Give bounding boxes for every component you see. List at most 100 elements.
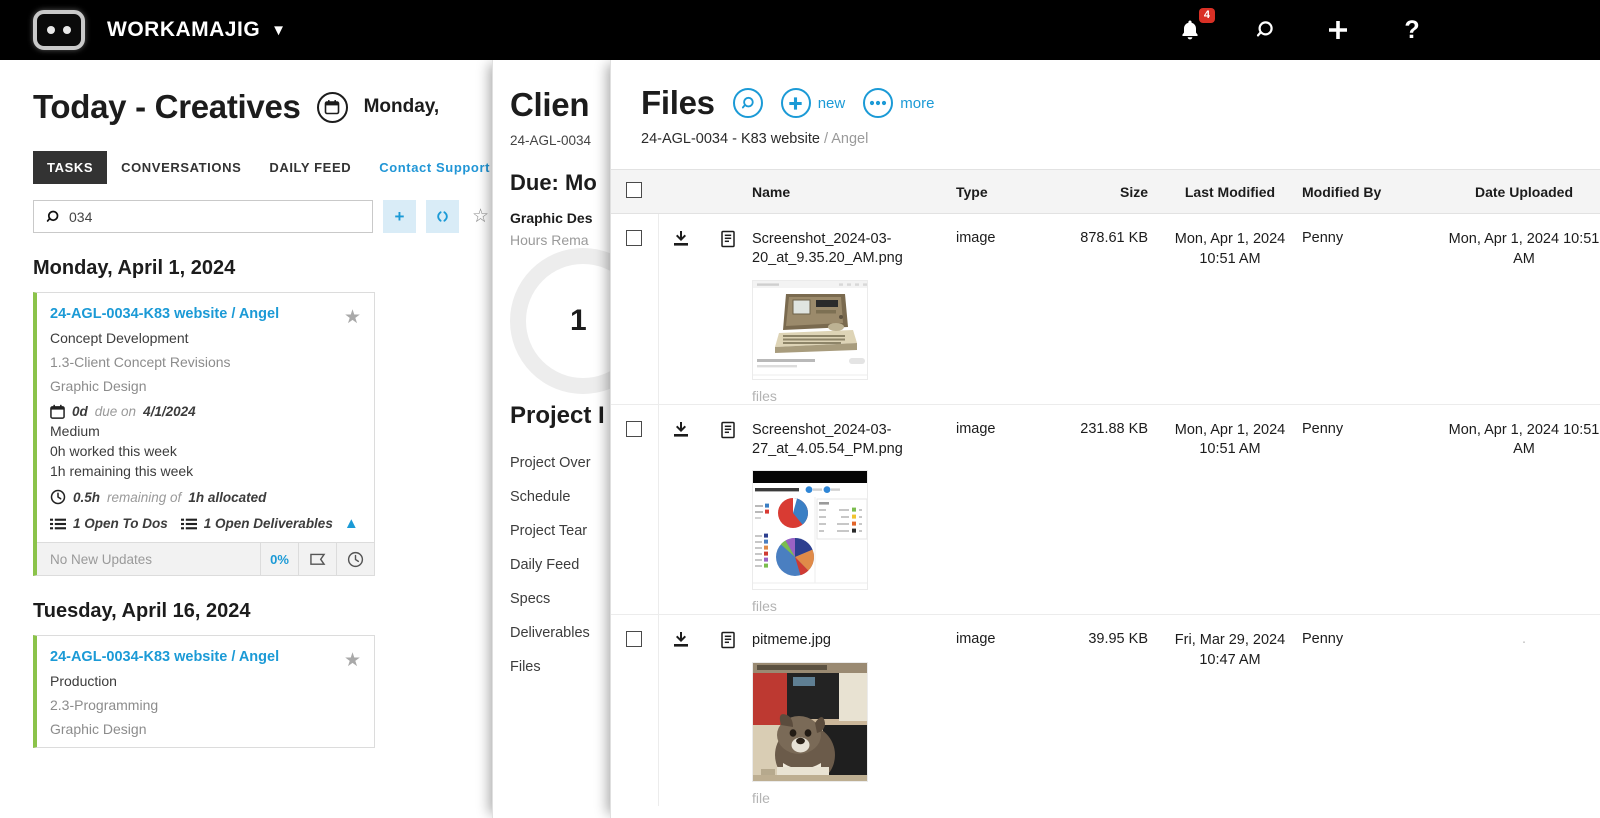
calendar-icon[interactable] bbox=[317, 92, 348, 123]
file-name[interactable]: Screenshot_2024-03-20_at_9.35.20_AM.png bbox=[752, 230, 956, 268]
table-row[interactable]: Screenshot_2024-03-27_at_4.05.54_PM.png bbox=[610, 404, 1600, 615]
file-type: image bbox=[956, 404, 1052, 615]
task-remaining-hours: 1h remaining this week bbox=[50, 463, 360, 479]
files-panel-header: Files new more bbox=[610, 60, 1600, 122]
column-select-all[interactable] bbox=[610, 170, 658, 214]
task-progress-percent[interactable]: 0% bbox=[260, 543, 298, 575]
task-open-todos[interactable]: 1 Open To Dos bbox=[73, 516, 168, 531]
file-modified-by: Penny bbox=[1298, 214, 1448, 405]
file-last-modified: Mon, Apr 1, 2024 10:51 AM bbox=[1162, 214, 1298, 405]
file-thumbnail[interactable] bbox=[752, 280, 868, 380]
checkbox-icon[interactable] bbox=[626, 631, 642, 647]
contact-support-link[interactable]: Contact Support bbox=[365, 151, 504, 184]
files-more-action[interactable]: more bbox=[863, 88, 934, 118]
row-detail[interactable] bbox=[704, 404, 752, 615]
help-icon[interactable]: ? bbox=[1399, 17, 1425, 43]
tab-daily-feed[interactable]: DAILY FEED bbox=[255, 151, 365, 184]
nav-item-specs[interactable]: Specs bbox=[510, 582, 610, 616]
donut-ring bbox=[510, 248, 610, 394]
checkbox-icon[interactable] bbox=[626, 182, 642, 198]
task-favorite-icon[interactable]: ★ bbox=[344, 649, 361, 672]
column-date-uploaded[interactable]: Date Uploaded bbox=[1448, 170, 1600, 214]
task-favorite-icon[interactable]: ★ bbox=[344, 306, 361, 329]
tab-conversations[interactable]: CONVERSATIONS bbox=[107, 151, 255, 184]
download-icon bbox=[672, 631, 690, 649]
task-project-link[interactable]: 24-AGL-0034-K83 website / Angel bbox=[50, 649, 360, 665]
task-project-link[interactable]: 24-AGL-0034-K83 website / Angel bbox=[50, 306, 360, 322]
help-glyph: ? bbox=[1404, 18, 1419, 43]
files-search-button[interactable] bbox=[733, 88, 763, 118]
task-card-body: 24-AGL-0034-K83 website / Angel ★ Produc… bbox=[37, 636, 374, 747]
checkbox-icon[interactable] bbox=[626, 230, 642, 246]
nav-item-schedule[interactable]: Schedule bbox=[510, 480, 610, 514]
row-detail[interactable] bbox=[704, 615, 752, 806]
global-search-icon[interactable] bbox=[1251, 17, 1277, 43]
add-file-button[interactable] bbox=[781, 88, 811, 118]
nav-item-daily-feed[interactable]: Daily Feed bbox=[510, 548, 610, 582]
app-logo[interactable] bbox=[33, 10, 85, 50]
row-select[interactable] bbox=[610, 404, 658, 615]
row-name-cell[interactable]: Screenshot_2024-03-27_at_4.05.54_PM.png bbox=[752, 404, 956, 615]
column-modified-by[interactable]: Modified By bbox=[1298, 170, 1448, 214]
column-type[interactable]: Type bbox=[956, 170, 1052, 214]
task-time-of: remaining of bbox=[107, 490, 181, 505]
task-card[interactable]: 24-AGL-0034-K83 website / Angel ★ Concep… bbox=[33, 292, 375, 576]
notifications-bell-icon[interactable]: 4 bbox=[1177, 17, 1203, 43]
nav-item-deliverables[interactable]: Deliverables bbox=[510, 616, 610, 650]
search-icon bbox=[739, 95, 756, 112]
task-comment-button[interactable] bbox=[298, 543, 336, 575]
file-thumbnail[interactable] bbox=[752, 662, 868, 782]
breadcrumb-separator: / bbox=[824, 131, 828, 147]
file-name[interactable]: Screenshot_2024-03-27_at_4.05.54_PM.png bbox=[752, 421, 956, 459]
task-worked-hours: 0h worked this week bbox=[50, 443, 360, 459]
brand-menu[interactable]: WORKAMAJIG ▼ bbox=[107, 18, 287, 42]
table-row[interactable]: pitmeme.jpg bbox=[610, 615, 1600, 806]
column-name[interactable]: Name bbox=[752, 170, 956, 214]
task-phase: Production bbox=[50, 673, 360, 689]
breadcrumb-folder[interactable]: Angel bbox=[831, 131, 868, 147]
row-download[interactable] bbox=[658, 214, 704, 405]
thumbnail-caption: file bbox=[752, 790, 956, 806]
tab-tasks[interactable]: TASKS bbox=[33, 151, 107, 184]
search-input[interactable]: 034 bbox=[33, 200, 373, 233]
row-name-cell[interactable]: Screenshot_2024-03-20_at_9.35.20_AM.png bbox=[752, 214, 956, 405]
topbar-actions: 4 ? bbox=[1177, 0, 1425, 60]
task-due-days: 0d bbox=[72, 404, 88, 419]
row-download[interactable] bbox=[658, 615, 704, 806]
breadcrumb-project[interactable]: 24-AGL-0034 - K83 website bbox=[641, 131, 820, 147]
nav-item-project-team[interactable]: Project Tear bbox=[510, 514, 610, 548]
more-label: more bbox=[900, 95, 934, 112]
column-last-modified[interactable]: Last Modified bbox=[1162, 170, 1298, 214]
task-timer-button[interactable] bbox=[336, 543, 374, 575]
chevron-up-icon[interactable]: ▲ bbox=[344, 515, 359, 532]
row-download[interactable] bbox=[658, 404, 704, 615]
task-phase: Concept Development bbox=[50, 330, 360, 346]
file-thumbnail[interactable] bbox=[752, 470, 868, 590]
nav-item-project-overview[interactable]: Project Over bbox=[510, 446, 610, 480]
file-type: image bbox=[956, 214, 1052, 405]
column-size[interactable]: Size bbox=[1052, 170, 1162, 214]
project-due-heading: Due: Mo bbox=[510, 170, 610, 196]
project-detail-panel[interactable]: Clien 24-AGL-0034 Due: Mo Graphic Des Ho… bbox=[492, 60, 610, 818]
task-priority: Medium bbox=[50, 423, 360, 439]
row-name-cell[interactable]: pitmeme.jpg bbox=[752, 615, 956, 806]
task-open-deliverables[interactable]: 1 Open Deliverables bbox=[204, 516, 333, 531]
row-detail[interactable] bbox=[704, 214, 752, 405]
task-card[interactable]: 24-AGL-0034-K83 website / Angel ★ Produc… bbox=[33, 635, 375, 748]
expand-collapse-button[interactable] bbox=[426, 200, 459, 233]
nav-item-files[interactable]: Files bbox=[510, 650, 610, 684]
file-name[interactable]: pitmeme.jpg bbox=[752, 631, 956, 650]
checkbox-icon[interactable] bbox=[626, 421, 642, 437]
file-last-modified: Mon, Apr 1, 2024 10:51 AM bbox=[1162, 404, 1298, 615]
more-options-button[interactable] bbox=[863, 88, 893, 118]
project-panel-subtitle: 24-AGL-0034 bbox=[510, 133, 610, 148]
row-select[interactable] bbox=[610, 615, 658, 806]
add-task-button[interactable]: + bbox=[383, 200, 416, 233]
list-icon bbox=[181, 517, 197, 531]
row-select[interactable] bbox=[610, 214, 658, 405]
files-new-action[interactable]: new bbox=[781, 88, 846, 118]
file-modified-by: Penny bbox=[1298, 404, 1448, 615]
favorite-filter-button[interactable]: ☆ bbox=[469, 205, 489, 228]
create-new-icon[interactable] bbox=[1325, 17, 1351, 43]
table-row[interactable]: Screenshot_2024-03-20_at_9.35.20_AM.png bbox=[610, 214, 1600, 405]
